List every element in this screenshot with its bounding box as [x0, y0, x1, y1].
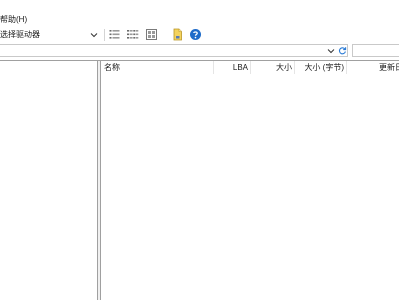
bookmark-file-icon[interactable]: [171, 28, 184, 41]
address-bar: [0, 44, 350, 58]
folder-tree-pane[interactable]: [0, 61, 97, 300]
toolbar: 选择驱动器: [0, 27, 399, 43]
menu-help[interactable]: 帮助(H): [0, 13, 30, 27]
column-header-size[interactable]: 大小: [251, 61, 292, 74]
refresh-icon[interactable]: [338, 46, 347, 55]
chevron-down-icon[interactable]: [327, 47, 335, 55]
toolbar-separator: [104, 29, 105, 41]
column-divider[interactable]: [346, 61, 347, 74]
search-input[interactable]: [352, 44, 399, 57]
column-header-lba[interactable]: LBA: [214, 61, 248, 74]
chevron-down-icon: [90, 33, 98, 38]
address-input[interactable]: [0, 44, 348, 57]
drive-select-label: 选择驱动器: [0, 30, 40, 39]
column-header-size-bytes[interactable]: 大小 (字节): [295, 61, 344, 74]
menu-bar: 帮助(H): [0, 13, 399, 27]
column-headers: 名称 LBA 大小 大小 (字节) 更新日: [101, 61, 399, 74]
column-header-name[interactable]: 名称: [104, 61, 204, 74]
file-list-pane[interactable]: 名称 LBA 大小 大小 (字节) 更新日: [101, 61, 399, 300]
drive-select[interactable]: 选择驱动器: [0, 27, 101, 43]
list-view-icon[interactable]: [126, 28, 139, 41]
help-icon[interactable]: [189, 28, 202, 41]
details-view-icon[interactable]: [108, 28, 121, 41]
column-header-modified[interactable]: 更新日: [379, 61, 399, 74]
thumbnail-view-icon[interactable]: [145, 28, 158, 41]
